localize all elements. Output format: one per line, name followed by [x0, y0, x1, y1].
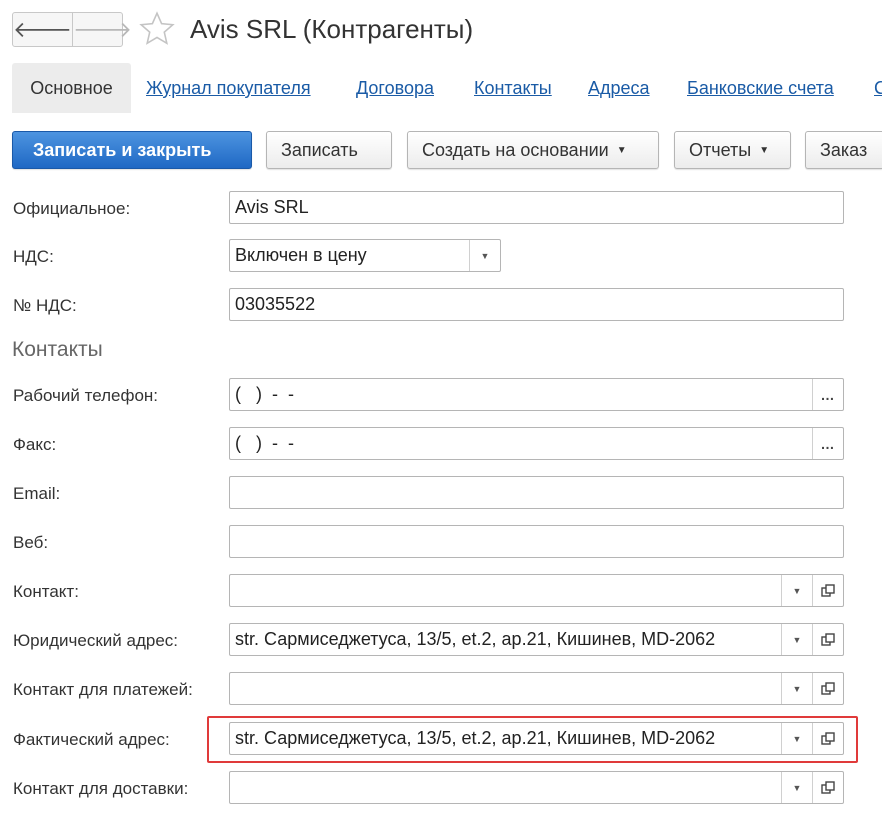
chevron-down-icon[interactable]: ▼ — [781, 624, 812, 655]
web-label: Веб: — [13, 533, 49, 552]
tab-more[interactable]: С — [874, 78, 882, 99]
work-phone-value: ( ) - - — [235, 384, 294, 404]
fax-value: ( ) - - — [235, 433, 294, 453]
vat-number-label: № НДС: — [13, 296, 77, 315]
save-button[interactable]: Записать — [266, 131, 392, 169]
arrow-right-icon: 🡒 — [73, 16, 132, 42]
more-options-icon[interactable]: … — [812, 428, 843, 459]
actual-address-label: Фактический адрес: — [13, 730, 170, 749]
forward-button[interactable]: 🡒 — [73, 13, 132, 46]
payment-contact-value — [230, 673, 781, 704]
payment-contact-label: Контакт для платежей: — [13, 680, 193, 699]
open-window-icon[interactable] — [812, 575, 843, 606]
create-based-on-label: Создать на основании — [422, 139, 609, 160]
legal-address-value: str. Сармиседжетуса, 13/5, et.2, ap.21, … — [235, 629, 716, 649]
chevron-down-icon[interactable]: ▼ — [469, 240, 500, 271]
contact-value — [230, 575, 781, 606]
vat-number-value: 03035522 — [235, 294, 316, 314]
vat-select[interactable]: Включен в цену ▼ — [229, 239, 501, 272]
fax-label: Факс: — [13, 435, 57, 454]
chevron-down-icon: ▼ — [616, 144, 627, 156]
legal-address-label: Юридический адрес: — [13, 631, 179, 650]
email-label: Email: — [13, 484, 61, 503]
back-button[interactable]: 🡐 — [13, 13, 73, 46]
contact-label: Контакт: — [13, 582, 79, 601]
arrow-left-icon: 🡐 — [13, 16, 72, 42]
order-label: Заказ — [820, 139, 868, 160]
chevron-down-icon[interactable]: ▼ — [781, 723, 812, 754]
legal-address-select[interactable]: str. Сармиседжетуса, 13/5, et.2, ap.21, … — [229, 623, 844, 656]
email-value — [230, 477, 843, 508]
chevron-down-icon: ▼ — [759, 144, 770, 156]
reports-label: Отчеты — [689, 139, 752, 160]
chevron-down-icon[interactable]: ▼ — [781, 772, 812, 803]
tab-addresses[interactable]: Адреса — [588, 78, 650, 99]
chevron-down-icon[interactable]: ▼ — [781, 575, 812, 606]
tab-contacts[interactable]: Контакты — [474, 78, 552, 99]
delivery-contact-label: Контакт для доставки: — [13, 779, 189, 798]
official-label: Официальное: — [13, 199, 131, 218]
open-window-icon[interactable] — [812, 673, 843, 704]
work-phone-label: Рабочий телефон: — [13, 386, 159, 405]
tab-buyer-journal[interactable]: Журнал покупателя — [146, 78, 311, 99]
save-label: Записать — [281, 139, 358, 160]
fax-input[interactable]: ( ) - - … — [229, 427, 844, 460]
navigation-buttons: 🡐 🡒 — [12, 12, 132, 47]
order-button[interactable]: Заказ — [805, 131, 882, 169]
official-name-value: Avis SRL — [235, 197, 309, 217]
vat-number-input[interactable]: 03035522 — [229, 288, 844, 321]
official-name-input[interactable]: Avis SRL — [229, 191, 844, 224]
email-input[interactable] — [229, 476, 844, 509]
reports-button[interactable]: Отчеты ▼ — [674, 131, 791, 169]
open-window-icon[interactable] — [812, 723, 843, 754]
star-icon[interactable] — [138, 10, 176, 48]
work-phone-input[interactable]: ( ) - - … — [229, 378, 844, 411]
chevron-down-icon[interactable]: ▼ — [781, 673, 812, 704]
open-window-icon[interactable] — [812, 772, 843, 803]
save-and-close-label: Записать и закрыть — [33, 139, 212, 160]
actual-address-value: str. Сармиседжетуса, 13/5, et.2, ap.21, … — [235, 728, 716, 748]
page-title: Avis SRL (Контрагенты) — [190, 14, 474, 44]
contact-select[interactable]: ▼ — [229, 574, 844, 607]
actual-address-select[interactable]: str. Сармиседжетуса, 13/5, et.2, ap.21, … — [229, 722, 844, 755]
vat-label: НДС: — [13, 247, 54, 266]
contacts-section-title: Контакты — [12, 338, 103, 361]
delivery-contact-select[interactable]: ▼ — [229, 771, 844, 804]
web-input[interactable] — [229, 525, 844, 558]
delivery-contact-value — [230, 772, 781, 803]
payment-contact-select[interactable]: ▼ — [229, 672, 844, 705]
vat-value: Включен в цену — [235, 245, 367, 265]
tab-contracts[interactable]: Договора — [356, 78, 434, 99]
more-options-icon[interactable]: … — [812, 379, 843, 410]
open-window-icon[interactable] — [812, 624, 843, 655]
tab-bank-accounts[interactable]: Банковские счета — [687, 78, 834, 99]
create-based-on-button[interactable]: Создать на основании ▼ — [407, 131, 659, 169]
web-value — [230, 526, 843, 557]
save-and-close-button[interactable]: Записать и закрыть — [12, 131, 252, 169]
tab-main[interactable]: Основное — [12, 63, 131, 113]
